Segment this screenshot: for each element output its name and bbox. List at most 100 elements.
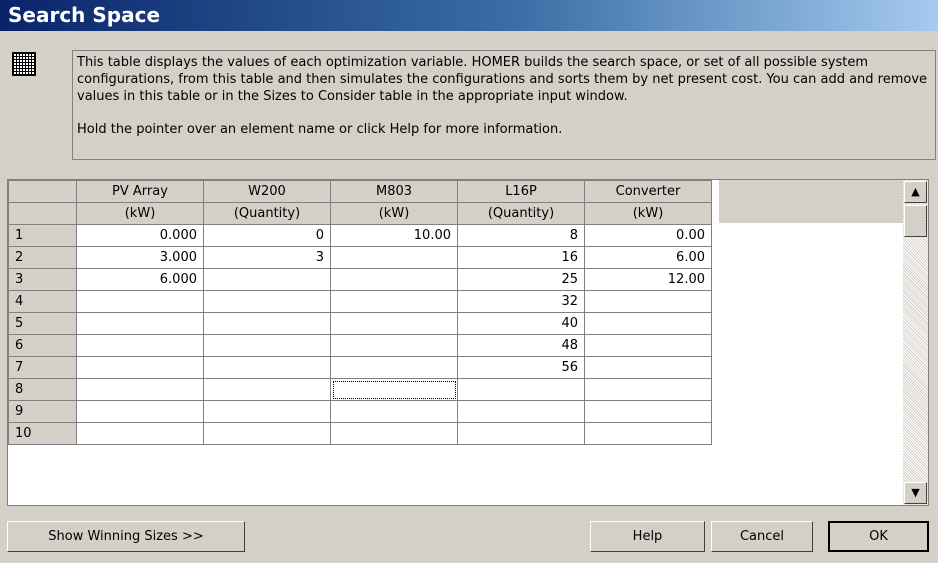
table-row: 6 48 bbox=[8, 334, 712, 357]
table-cell[interactable] bbox=[457, 422, 585, 445]
table-cell[interactable]: 12.00 bbox=[584, 268, 712, 291]
table-cell[interactable] bbox=[330, 334, 458, 357]
info-description: This table displays the values of each o… bbox=[77, 55, 928, 104]
table-cell[interactable] bbox=[330, 378, 458, 401]
table-cell[interactable] bbox=[76, 312, 204, 335]
table-cell[interactable] bbox=[203, 312, 331, 335]
table-cell[interactable] bbox=[203, 356, 331, 379]
scroll-thumb[interactable] bbox=[904, 205, 927, 237]
table-cell[interactable] bbox=[76, 356, 204, 379]
table-cell[interactable]: 3 bbox=[203, 246, 331, 269]
table-grid-icon bbox=[12, 52, 36, 76]
table-cell[interactable] bbox=[457, 400, 585, 423]
table-cell[interactable] bbox=[584, 400, 712, 423]
scroll-up-icon[interactable]: ▲ bbox=[904, 181, 927, 203]
table-row: 4 32 bbox=[8, 290, 712, 313]
row-number[interactable]: 4 bbox=[8, 290, 77, 313]
table-cell[interactable] bbox=[330, 356, 458, 379]
table-cell[interactable] bbox=[584, 312, 712, 335]
table-row: 5 40 bbox=[8, 312, 712, 335]
column-unit-pv-array: (kW) bbox=[76, 202, 204, 225]
table-cell[interactable] bbox=[203, 290, 331, 313]
table-cell[interactable] bbox=[584, 378, 712, 401]
table-row: 1 0.000 0 10.00 8 0.00 bbox=[8, 224, 712, 247]
table-cell[interactable] bbox=[457, 378, 585, 401]
column-unit-m803: (kW) bbox=[330, 202, 458, 225]
show-winning-sizes-button[interactable]: Show Winning Sizes >> bbox=[7, 521, 245, 552]
table-cell[interactable]: 10.00 bbox=[330, 224, 458, 247]
table-row: 10 bbox=[8, 422, 712, 445]
column-header-pv-array[interactable]: PV Array bbox=[76, 180, 204, 203]
table-cell[interactable] bbox=[203, 378, 331, 401]
table-cell[interactable] bbox=[203, 400, 331, 423]
table-cell[interactable] bbox=[76, 378, 204, 401]
column-header-w200[interactable]: W200 bbox=[203, 180, 331, 203]
table-cell[interactable]: 3.000 bbox=[76, 246, 204, 269]
column-header-m803[interactable]: M803 bbox=[330, 180, 458, 203]
table-cell[interactable] bbox=[330, 290, 458, 313]
table-cell[interactable] bbox=[584, 422, 712, 445]
table-cell[interactable] bbox=[76, 400, 204, 423]
title-bar: Search Space bbox=[0, 0, 938, 31]
table-cell[interactable]: 6.00 bbox=[584, 246, 712, 269]
table-row: 2 3.000 3 16 6.00 bbox=[8, 246, 712, 269]
table-cell[interactable]: 16 bbox=[457, 246, 585, 269]
info-box: This table displays the values of each o… bbox=[72, 50, 936, 160]
table-cell[interactable]: 0.000 bbox=[76, 224, 204, 247]
header-filler bbox=[719, 180, 903, 223]
grid-corner bbox=[8, 180, 77, 203]
row-number[interactable]: 2 bbox=[8, 246, 77, 269]
row-number[interactable]: 1 bbox=[8, 224, 77, 247]
table-cell[interactable] bbox=[76, 422, 204, 445]
table-cell[interactable] bbox=[330, 312, 458, 335]
table-cell[interactable] bbox=[76, 290, 204, 313]
table-row: 8 bbox=[8, 378, 712, 401]
table-cell[interactable] bbox=[203, 422, 331, 445]
search-space-grid: PV Array W200 M803 L16P Converter (kW) (… bbox=[7, 179, 929, 506]
column-unit-w200: (Quantity) bbox=[203, 202, 331, 225]
row-number[interactable]: 6 bbox=[8, 334, 77, 357]
info-hint: Hold the pointer over an element name or… bbox=[77, 122, 563, 137]
row-number[interactable]: 3 bbox=[8, 268, 77, 291]
header-row-names: PV Array W200 M803 L16P Converter bbox=[8, 180, 712, 203]
table-cell[interactable]: 6.000 bbox=[76, 268, 204, 291]
table-row: 3 6.000 25 12.00 bbox=[8, 268, 712, 291]
table-cell[interactable] bbox=[203, 334, 331, 357]
column-header-l16p[interactable]: L16P bbox=[457, 180, 585, 203]
table-cell[interactable] bbox=[330, 246, 458, 269]
row-number[interactable]: 10 bbox=[8, 422, 77, 445]
table-cell[interactable]: 32 bbox=[457, 290, 585, 313]
table-cell[interactable]: 56 bbox=[457, 356, 585, 379]
table-cell[interactable]: 48 bbox=[457, 334, 585, 357]
search-space-table: PV Array W200 M803 L16P Converter (kW) (… bbox=[8, 180, 712, 445]
window-title: Search Space bbox=[8, 3, 161, 27]
row-number[interactable]: 8 bbox=[8, 378, 77, 401]
row-number[interactable]: 7 bbox=[8, 356, 77, 379]
table-cell[interactable] bbox=[76, 334, 204, 357]
table-cell[interactable] bbox=[584, 334, 712, 357]
ok-button[interactable]: OK bbox=[828, 521, 929, 552]
cancel-button[interactable]: Cancel bbox=[711, 521, 813, 552]
table-cell[interactable]: 40 bbox=[457, 312, 585, 335]
help-button[interactable]: Help bbox=[590, 521, 705, 552]
table-cell[interactable] bbox=[584, 356, 712, 379]
table-cell[interactable] bbox=[584, 290, 712, 313]
table-cell[interactable]: 0 bbox=[203, 224, 331, 247]
table-cell[interactable] bbox=[330, 400, 458, 423]
table-cell[interactable] bbox=[330, 422, 458, 445]
table-row: 9 bbox=[8, 400, 712, 423]
table-cell[interactable]: 25 bbox=[457, 268, 585, 291]
row-number[interactable]: 5 bbox=[8, 312, 77, 335]
table-cell[interactable]: 8 bbox=[457, 224, 585, 247]
table-cell[interactable] bbox=[203, 268, 331, 291]
column-header-converter[interactable]: Converter bbox=[584, 180, 712, 203]
header-row-units: (kW) (Quantity) (kW) (Quantity) (kW) bbox=[8, 202, 712, 225]
table-cell[interactable] bbox=[330, 268, 458, 291]
column-unit-converter: (kW) bbox=[584, 202, 712, 225]
row-number[interactable]: 9 bbox=[8, 400, 77, 423]
column-unit-l16p: (Quantity) bbox=[457, 202, 585, 225]
table-cell[interactable]: 0.00 bbox=[584, 224, 712, 247]
scroll-down-icon[interactable]: ▼ bbox=[904, 482, 927, 504]
table-row: 7 56 bbox=[8, 356, 712, 379]
vertical-scrollbar[interactable]: ▲ ▼ bbox=[903, 180, 928, 505]
